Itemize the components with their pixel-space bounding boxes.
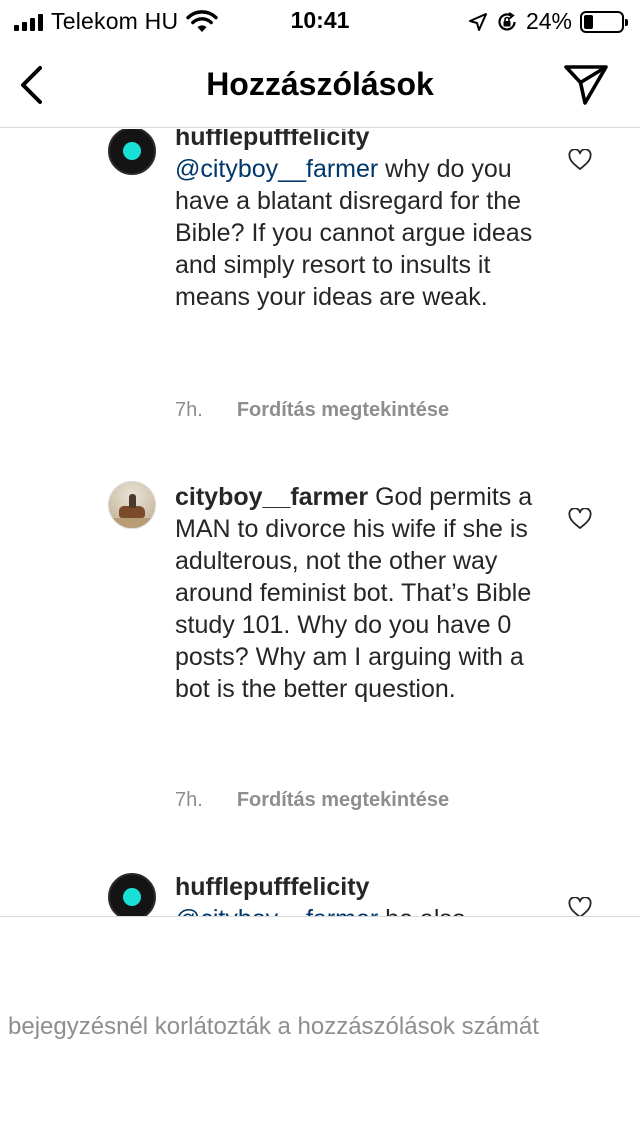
comment-username[interactable]: cityboy__farmer xyxy=(175,483,368,511)
send-icon xyxy=(564,65,608,105)
page-title: Hozzászólások xyxy=(206,66,434,102)
restricted-notice: bejegyzésnél korlátozták a hozzászólások… xyxy=(8,1013,539,1040)
comment-body: God permits a MAN to divorce his wife if… xyxy=(175,483,533,703)
status-bar: Telekom HU 10:41 24% xyxy=(0,0,640,42)
like-heart-icon[interactable] xyxy=(568,508,592,530)
comment-text: cityboy__farmer God permits a MAN to div… xyxy=(175,481,547,705)
comment-text: hufflepufffelicity @cityboy__farmer he a… xyxy=(175,871,547,916)
comment-username[interactable]: hufflepufffelicity xyxy=(175,873,369,901)
avatar[interactable] xyxy=(108,481,156,529)
avatar[interactable] xyxy=(108,129,156,175)
battery-fill xyxy=(584,14,593,29)
comment-username[interactable]: hufflepufffelicity xyxy=(175,129,369,151)
comments-list[interactable]: hufflepufffelicity @cityboy__farmer why … xyxy=(0,129,640,916)
see-translation-button[interactable]: Fordítás megtekintése xyxy=(237,789,449,812)
comment-body: he also xyxy=(378,905,466,916)
see-translation-button[interactable]: Fordítás megtekintése xyxy=(237,399,449,422)
avatar[interactable] xyxy=(108,873,156,916)
comment-item: cityboy__farmer God permits a MAN to div… xyxy=(0,481,640,811)
comment-time: 7h. xyxy=(175,789,203,811)
comment-text: hufflepufffelicity @cityboy__farmer why … xyxy=(175,129,547,313)
comment-mention[interactable]: @cityboy__farmer xyxy=(175,155,378,183)
send-button[interactable] xyxy=(562,62,610,108)
comment-time: 7h. xyxy=(175,399,203,421)
battery-tip xyxy=(625,18,628,26)
battery-icon xyxy=(580,10,628,33)
battery-percent: 24% xyxy=(525,8,572,34)
comment-mention[interactable]: @cityboy__farmer xyxy=(175,905,378,916)
comment-meta: 7h. Fordítás megtekintése xyxy=(175,789,449,812)
rotation-lock-icon xyxy=(498,11,516,31)
status-right: 24% xyxy=(468,8,628,35)
comments-restricted-banner: bejegyzésnél korlátozták a hozzászólások… xyxy=(0,916,640,1136)
like-heart-icon[interactable] xyxy=(568,149,592,171)
comment-meta: 7h. Fordítás megtekintése xyxy=(175,399,449,422)
like-heart-icon[interactable] xyxy=(568,897,592,916)
comment-item: hufflepufffelicity @cityboy__farmer he a… xyxy=(0,871,640,916)
comment-item: hufflepufffelicity @cityboy__farmer why … xyxy=(0,129,640,449)
location-icon xyxy=(468,12,487,31)
nav-bar: Hozzászólások xyxy=(0,42,640,128)
